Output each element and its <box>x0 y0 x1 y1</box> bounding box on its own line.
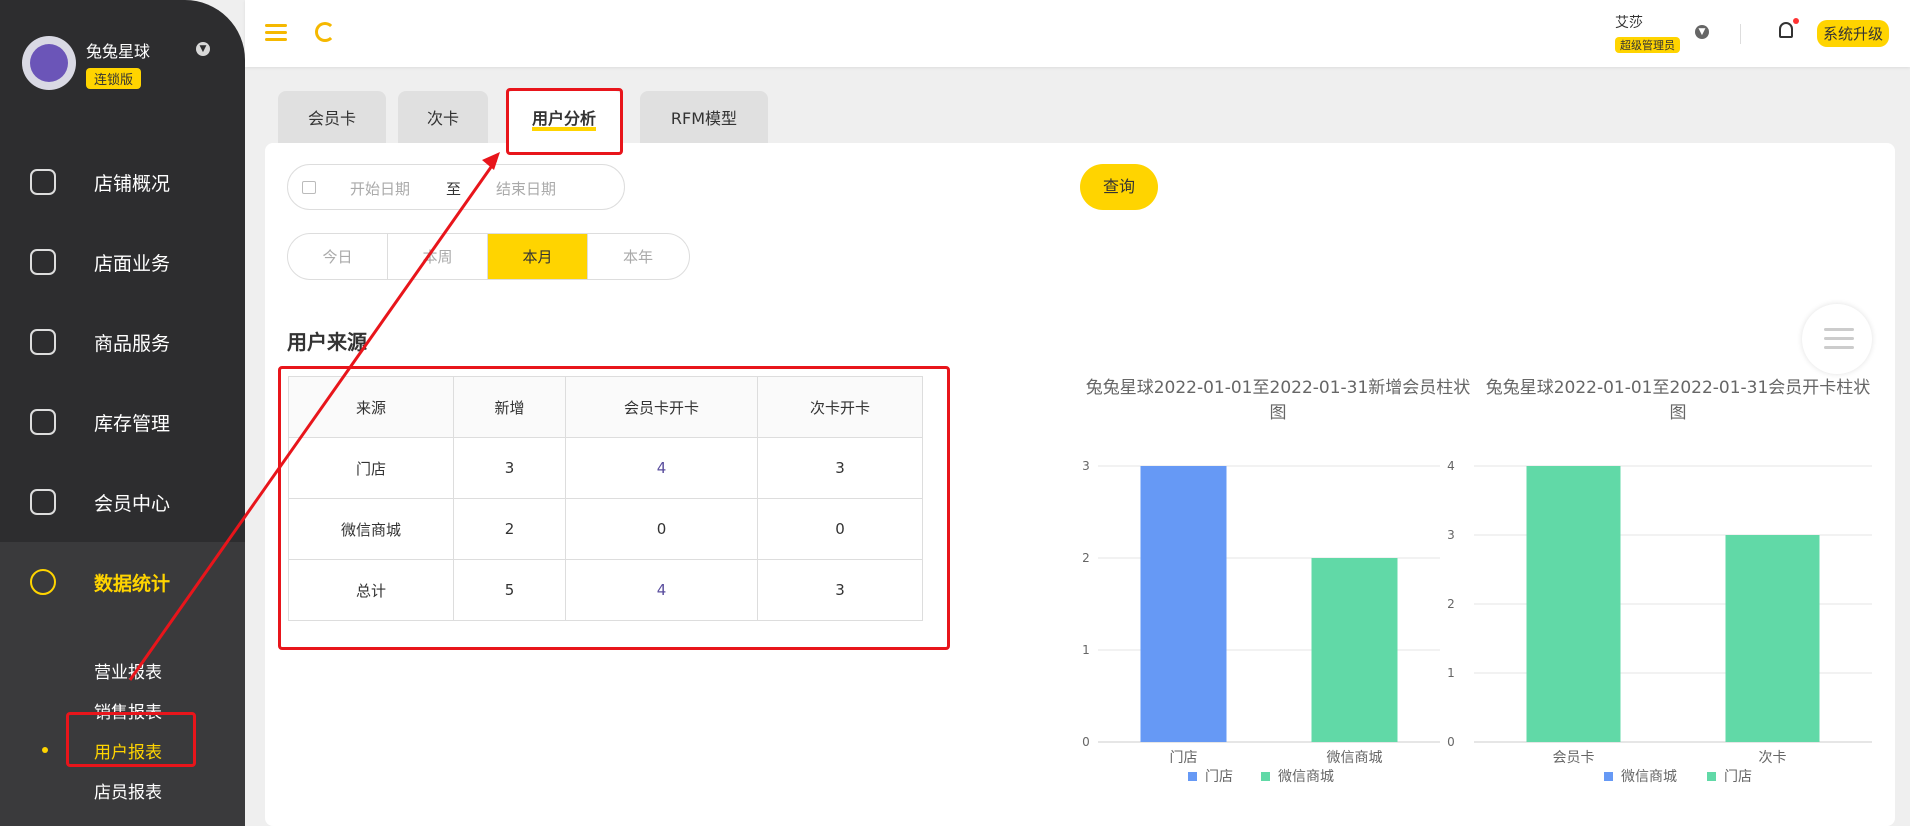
annotation-arrow-line <box>128 159 498 681</box>
annotation-arrows <box>128 152 500 681</box>
annotation-arrowhead <box>482 152 500 170</box>
